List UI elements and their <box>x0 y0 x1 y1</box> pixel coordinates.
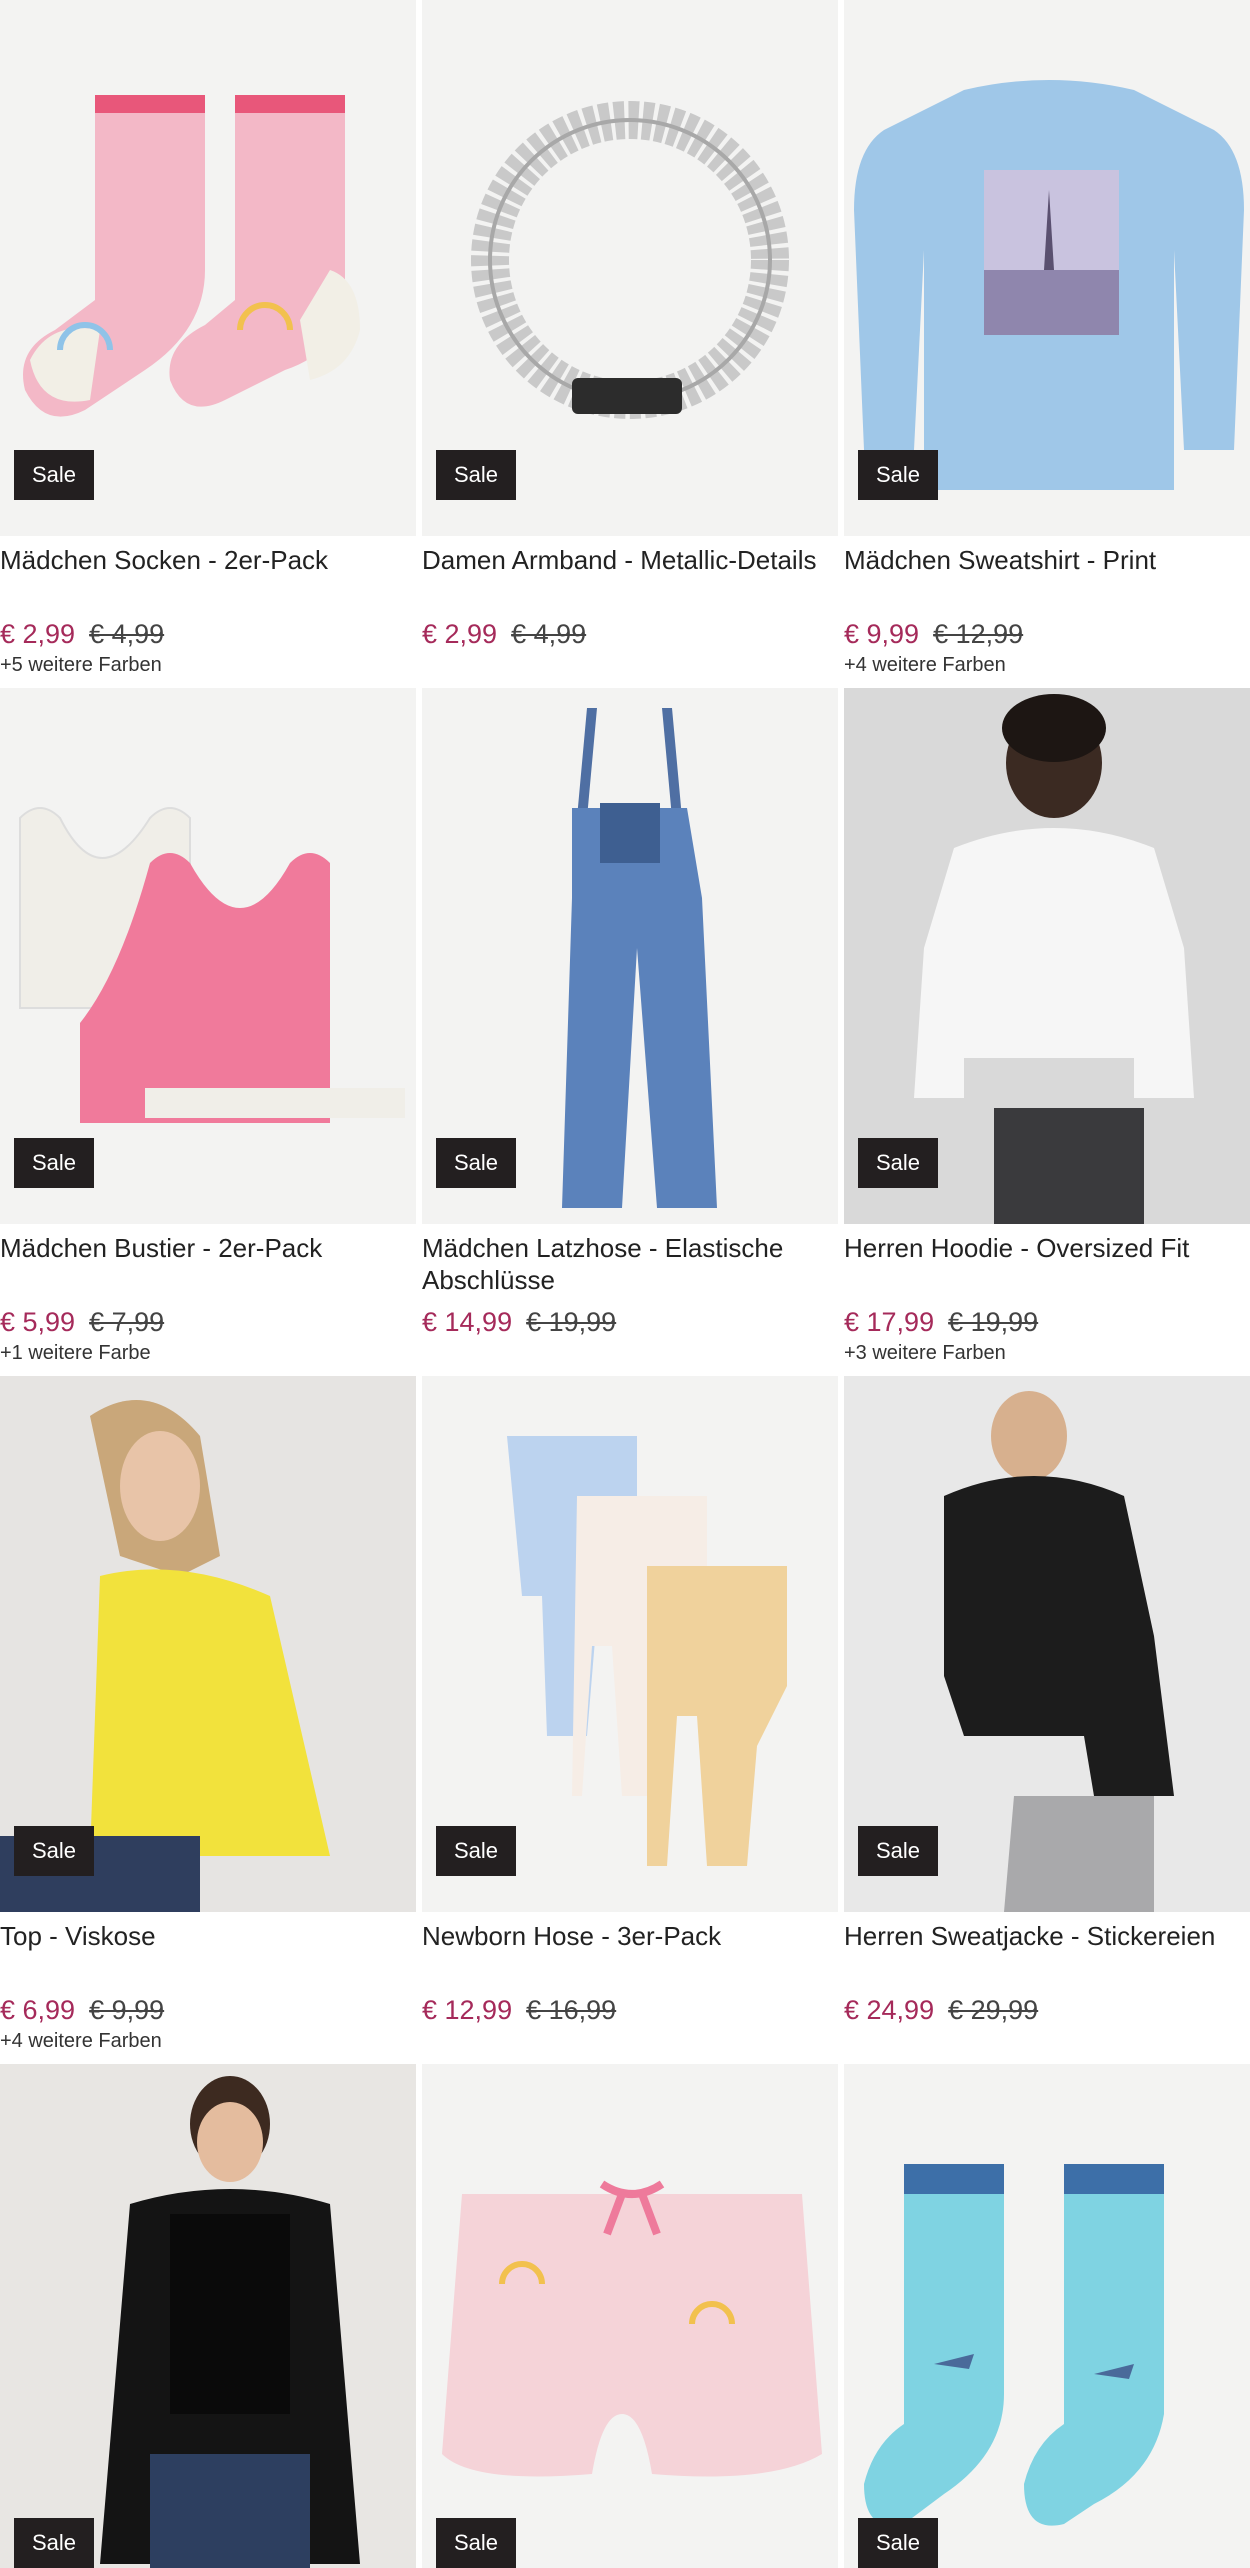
product-image[interactable]: Sale <box>422 1376 838 1912</box>
price-row: € 9,99 € 12,99 <box>844 618 1250 650</box>
original-price: € 19,99 <box>526 1307 617 1337</box>
original-price: € 4,99 <box>511 619 587 649</box>
product-title[interactable]: Mädchen Latzhose - Elastische Abschlüsse <box>422 1232 838 1296</box>
sale-price: € 24,99 <box>844 1995 935 2025</box>
product-image[interactable]: Sale <box>844 2064 1250 2568</box>
sale-badge: Sale <box>436 2518 517 2568</box>
more-colors-link[interactable]: +4 weitere Farben <box>844 654 1250 678</box>
more-colors-link[interactable] <box>844 2030 1250 2054</box>
sale-price: € 2,99 <box>0 619 76 649</box>
original-price: € 7,99 <box>89 1307 165 1337</box>
original-price: € 16,99 <box>526 1995 617 2025</box>
product-title[interactable]: Mädchen Bustier - 2er-Pack <box>0 1232 416 1296</box>
more-colors-link[interactable] <box>422 2030 838 2054</box>
original-price: € 9,99 <box>89 1995 165 2025</box>
original-price: € 12,99 <box>933 619 1024 649</box>
product-image[interactable]: Sale <box>844 688 1250 1224</box>
sale-price: € 6,99 <box>0 1995 76 2025</box>
sale-price: € 5,99 <box>0 1307 76 1337</box>
price-row: € 14,99 € 19,99 <box>422 1306 838 1338</box>
sale-badge: Sale <box>858 1138 939 1188</box>
sale-price: € 2,99 <box>422 619 498 649</box>
product-image[interactable]: Sale <box>422 0 838 536</box>
product-card[interactable]: Sale Herren Hoodie - Oversized Fit € 17,… <box>844 688 1250 1376</box>
product-card[interactable]: Sale Mädchen Bustier - 2er-Pack € 5,99 € … <box>0 688 416 1376</box>
more-colors-link[interactable]: +3 weitere Farben <box>844 1342 1250 1366</box>
price-row: € 12,99 € 16,99 <box>422 1994 838 2026</box>
product-card[interactable]: Sale Mädchen Socken - 2er-Pack € 2,99 € 4… <box>0 0 416 688</box>
original-price: € 29,99 <box>948 1995 1039 2025</box>
sale-price: € 12,99 <box>422 1995 513 2025</box>
price-row: € 6,99 € 9,99 <box>0 1994 416 2026</box>
product-card[interactable]: Sale <box>422 2064 838 2568</box>
sale-price: € 9,99 <box>844 619 920 649</box>
pink-shorts-icon <box>442 2180 822 2477</box>
product-title[interactable]: Herren Hoodie - Oversized Fit <box>844 1232 1250 1296</box>
original-price: € 19,99 <box>948 1307 1039 1337</box>
product-image[interactable]: Sale <box>0 2064 416 2568</box>
sale-badge: Sale <box>14 450 95 500</box>
product-image[interactable]: Sale <box>0 1376 416 1912</box>
sale-price: € 17,99 <box>844 1307 935 1337</box>
product-card[interactable]: Sale Mädchen Latzhose - Elastische Absch… <box>422 688 838 1376</box>
more-colors-link[interactable]: +4 weitere Farben <box>0 2030 416 2054</box>
product-card[interactable]: Sale <box>0 2064 416 2568</box>
product-image[interactable]: Sale <box>0 0 416 536</box>
product-image[interactable]: Sale <box>844 1376 1250 1912</box>
price-row: € 2,99 € 4,99 <box>0 618 416 650</box>
sale-price: € 14,99 <box>422 1307 513 1337</box>
product-image[interactable]: Sale <box>844 0 1250 536</box>
sale-badge: Sale <box>14 2518 95 2568</box>
product-title[interactable]: Mädchen Sweatshirt - Print <box>844 544 1250 608</box>
more-colors-link[interactable] <box>422 654 838 678</box>
product-image[interactable]: Sale <box>422 2064 838 2568</box>
product-card[interactable]: Sale Damen Armband - Metallic-Details € … <box>422 0 838 688</box>
product-card[interactable]: Sale Newborn Hose - 3er-Pack € 12,99 € 16… <box>422 1376 838 2064</box>
product-title[interactable]: Newborn Hose - 3er-Pack <box>422 1920 838 1984</box>
sale-badge: Sale <box>858 450 939 500</box>
product-image[interactable]: Sale <box>0 688 416 1224</box>
sale-badge: Sale <box>436 1826 517 1876</box>
product-title[interactable]: Herren Sweatjacke - Stickereien <box>844 1920 1250 1984</box>
product-title[interactable]: Top - Viskose <box>0 1920 416 1984</box>
price-row: € 2,99 € 4,99 <box>422 618 838 650</box>
sale-badge: Sale <box>436 450 517 500</box>
product-title[interactable]: Damen Armband - Metallic-Details <box>422 544 838 608</box>
price-row: € 5,99 € 7,99 <box>0 1306 416 1338</box>
sale-badge: Sale <box>858 1826 939 1876</box>
sale-badge: Sale <box>14 1138 95 1188</box>
more-colors-link[interactable]: +5 weitere Farben <box>0 654 416 678</box>
original-price: € 4,99 <box>89 619 165 649</box>
product-image[interactable]: Sale <box>422 688 838 1224</box>
product-title[interactable]: Mädchen Socken - 2er-Pack <box>0 544 416 608</box>
product-grid: Sale Mädchen Socken - 2er-Pack € 2,99 € 4… <box>0 0 1250 2568</box>
sale-badge: Sale <box>858 2518 939 2568</box>
sale-badge: Sale <box>14 1826 95 1876</box>
product-card[interactable]: Sale Top - Viskose € 6,99 € 9,99 +4 weite… <box>0 1376 416 2064</box>
price-row: € 24,99 € 29,99 <box>844 1994 1250 2026</box>
shark-socks-icon <box>864 2164 1164 2526</box>
more-colors-link[interactable]: +1 weitere Farbe <box>0 1342 416 1366</box>
product-card[interactable]: Sale <box>844 2064 1250 2568</box>
product-card[interactable]: Sale Mädchen Sweatshirt - Print € 9,99 € … <box>844 0 1250 688</box>
product-card[interactable]: Sale Herren Sweatjacke - Stickereien € 2… <box>844 1376 1250 2064</box>
black-cardigan-icon <box>100 2076 360 2568</box>
sale-badge: Sale <box>436 1138 517 1188</box>
more-colors-link[interactable] <box>422 1342 838 1366</box>
price-row: € 17,99 € 19,99 <box>844 1306 1250 1338</box>
